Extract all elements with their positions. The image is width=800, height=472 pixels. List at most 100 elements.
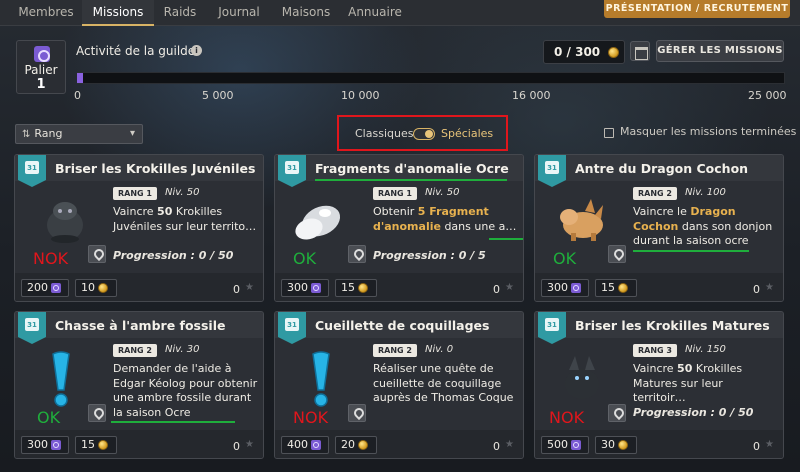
tick-label: 16 000 <box>512 89 551 102</box>
coin-icon <box>98 283 108 293</box>
mission-card[interactable]: 31 Briser les Krokilles Juvéniles NOK RA… <box>14 154 264 302</box>
location-pin-button[interactable] <box>608 245 626 263</box>
exclamation-icon <box>312 351 330 407</box>
location-pin-button[interactable] <box>88 404 106 422</box>
palier-gem-icon <box>34 46 50 62</box>
coin-reward: 15 <box>595 279 637 297</box>
toggle-label-classiques[interactable]: Classiques <box>355 127 413 140</box>
coin-reward: 15 <box>75 436 117 454</box>
gem-reward: 500 <box>541 436 589 454</box>
card-title: Antre du Dragon Cochon <box>575 161 749 176</box>
mission-type-toggle[interactable] <box>413 128 435 140</box>
extra-count: 0 <box>493 440 500 453</box>
mission-card[interactable]: 31 Cueillette de coquillages NOK RANG 2 … <box>274 311 524 459</box>
coin-icon <box>98 440 108 450</box>
top-nav: Membres Missions Raids Journal Maisons A… <box>0 0 800 26</box>
location-pin-button[interactable] <box>348 404 366 422</box>
card-title: Fragments d'anomalie Ocre <box>315 161 509 176</box>
coin-reward: 10 <box>75 279 117 297</box>
tick-label: 10 000 <box>341 89 380 102</box>
star-icon: ★ <box>245 439 254 450</box>
rank-badge: RANG 2 <box>373 344 417 357</box>
gem-icon <box>51 283 61 293</box>
progress-text: Progression : 0 / 5 <box>373 249 486 262</box>
mission-card[interactable]: 31 Antre du Dragon Cochon OK RANG 2 Niv.… <box>534 154 784 302</box>
mission-description: Vaincre 50 Krokilles Juvéniles sur leur … <box>113 205 257 233</box>
krokille-illustration <box>47 202 83 243</box>
level-label: Niv. 150 <box>685 344 726 355</box>
palier-value: 1 <box>36 77 46 92</box>
level-label: Niv. 50 <box>425 187 460 198</box>
tab-membres[interactable]: Membres <box>10 0 82 26</box>
gem-icon <box>51 440 61 450</box>
mission-card[interactable]: 31 Briser les Krokilles Matures NOK RANG… <box>534 311 784 459</box>
tab-journal[interactable]: Journal <box>208 0 270 26</box>
gem-reward: 300 <box>541 279 589 297</box>
toggle-label-speciales[interactable]: Spéciales <box>441 127 493 140</box>
calendar-button[interactable] <box>630 41 650 61</box>
card-title: Chasse à l'ambre fossile <box>55 318 226 333</box>
tab-raids[interactable]: Raids <box>154 0 206 26</box>
rank-badge: RANG 1 <box>373 187 417 200</box>
card-title: Cueillette de coquillages <box>315 318 490 333</box>
rank-badge: RANG 3 <box>633 344 677 357</box>
manage-missions-button[interactable]: GÉRER LES MISSIONS <box>656 40 784 62</box>
location-pin-button[interactable] <box>88 245 106 263</box>
guild-score: 0 / 300 <box>543 40 625 64</box>
reward-row: 300 15 0 ★ <box>275 273 523 301</box>
level-label: Niv. 50 <box>165 187 200 198</box>
sort-select-value: Rang <box>34 127 63 140</box>
level-label: Niv. 30 <box>165 344 200 355</box>
status-label: NOK <box>293 408 329 427</box>
chevron-down-icon: ▾ <box>129 128 135 139</box>
gem-icon <box>311 440 321 450</box>
tab-annuaire[interactable]: Annuaire <box>342 0 408 26</box>
reward-row: 300 15 0 ★ <box>15 430 263 458</box>
tick-label: 25 000 <box>748 89 787 102</box>
coin-reward: 30 <box>595 436 637 454</box>
description-underline <box>633 250 749 252</box>
rank-badge: RANG 2 <box>633 187 677 200</box>
level-label: Niv. 0 <box>425 344 454 355</box>
star-icon: ★ <box>505 282 514 293</box>
card-title: Briser les Krokilles Matures <box>575 318 770 333</box>
title-underline <box>315 179 507 181</box>
gem-icon <box>571 283 581 293</box>
score-value: 0 / 300 <box>554 45 601 59</box>
hide-finished-checkbox[interactable] <box>604 128 614 138</box>
status-label: NOK <box>549 408 585 427</box>
calendar-badge-icon: 31 <box>538 155 566 187</box>
tab-maisons[interactable]: Maisons <box>272 0 340 26</box>
rank-badge: RANG 1 <box>113 187 157 200</box>
mission-type-toggle-highlight: Classiques Spéciales <box>337 115 508 151</box>
extra-count: 0 <box>233 440 240 453</box>
toggle-knob <box>425 130 433 138</box>
tick-label: 5 000 <box>202 89 234 102</box>
calendar-badge-icon: 31 <box>278 312 306 344</box>
hide-finished-label: Masquer les missions terminées <box>620 125 797 138</box>
palier-box: Palier 1 <box>16 40 66 94</box>
extra-count: 0 <box>753 440 760 453</box>
reward-row: 300 15 0 ★ <box>535 273 783 301</box>
description-underline <box>111 421 235 423</box>
location-pin-button[interactable] <box>608 404 626 422</box>
mission-card[interactable]: 31 Chasse à l'ambre fossile OK RANG 2 Ni… <box>14 311 264 459</box>
tab-missions[interactable]: Missions <box>82 0 154 26</box>
activity-label: Activité de la guilde <box>76 44 196 58</box>
reward-row: 200 10 0 ★ <box>15 273 263 301</box>
activity-progress-fill <box>77 73 83 83</box>
dragon-pig-illustration <box>560 199 603 241</box>
presentation-recruitment-button[interactable]: PRÉSENTATION / RECRUTEMENT <box>604 0 790 18</box>
gem-reward: 200 <box>21 279 69 297</box>
calendar-badge-icon: 31 <box>18 155 46 187</box>
calendar-badge-icon: 31 <box>18 312 46 344</box>
description-underline <box>489 238 523 240</box>
info-icon[interactable]: i <box>191 45 202 56</box>
coin-icon <box>358 283 368 293</box>
tick-label: 0 <box>74 89 81 102</box>
star-icon: ★ <box>245 282 254 293</box>
mission-description: Demander de l'aide à Edgar Kéolog pour o… <box>113 362 258 419</box>
mission-card[interactable]: 31 Fragments d'anomalie Ocre OK RANG 1 N… <box>274 154 524 302</box>
location-pin-button[interactable] <box>348 245 366 263</box>
sort-select[interactable]: ⇅ Rang ▾ <box>15 124 143 144</box>
